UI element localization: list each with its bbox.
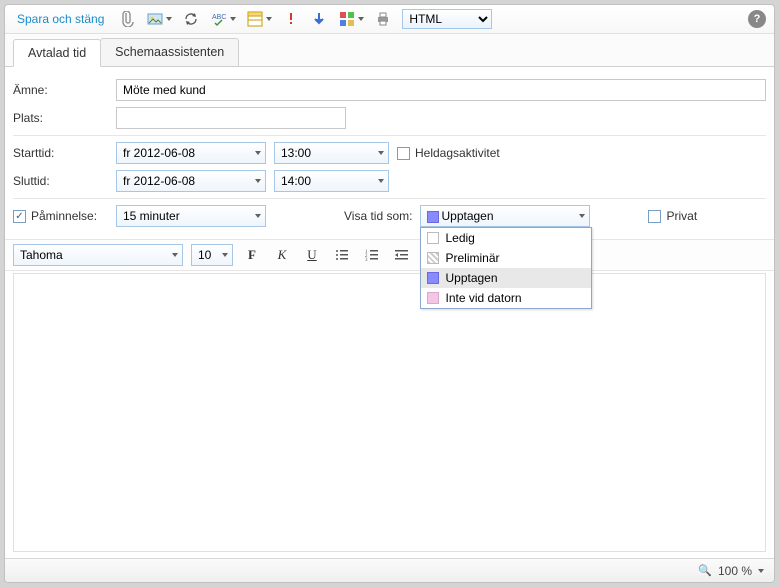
show-as-option-busy[interactable]: Upptagen — [421, 268, 591, 288]
categorize-button[interactable] — [246, 10, 272, 28]
main-toolbar: Spara och stäng ABC — [5, 5, 774, 34]
end-date-value: fr 2012-06-08 — [123, 174, 195, 188]
zoom-level: 100 % — [718, 564, 752, 578]
start-time-value: 13:00 — [281, 146, 311, 160]
appointment-form: Ämne: Plats: Starttid: fr 2012-06-08 13:… — [5, 67, 774, 239]
reminder-checkbox[interactable]: Påminnelse: — [13, 209, 108, 223]
show-as-value: Upptagen — [427, 209, 493, 223]
end-time-label: Sluttid: — [13, 174, 108, 188]
svg-text:3: 3 — [365, 258, 368, 262]
underline-button[interactable]: U — [301, 245, 323, 265]
tab-scheduling-assistant[interactable]: Schemaassistenten — [100, 38, 239, 66]
start-time-label: Starttid: — [13, 146, 108, 160]
tab-appointment[interactable]: Avtalad tid — [13, 39, 101, 67]
subject-label: Ämne: — [13, 83, 108, 97]
picture-icon — [146, 10, 164, 28]
font-family-combo[interactable]: Tahoma — [13, 244, 183, 266]
end-date-combo[interactable]: fr 2012-06-08 — [116, 170, 266, 192]
recurrence-icon[interactable] — [182, 10, 200, 28]
start-date-value: fr 2012-06-08 — [123, 146, 195, 160]
categorize-icon — [246, 10, 264, 28]
insert-picture-button[interactable] — [146, 10, 172, 28]
allday-checkbox[interactable]: Heldagsaktivitet — [397, 146, 500, 160]
reminder-label: Påminnelse: — [31, 209, 97, 223]
show-as-option-free[interactable]: Ledig — [421, 228, 591, 248]
start-time-combo[interactable]: 13:00 — [274, 142, 389, 164]
spellcheck-button[interactable]: ABC — [210, 10, 236, 28]
private-label: Privat — [666, 209, 697, 223]
bullet-list-button[interactable] — [331, 245, 353, 265]
zoom-icon[interactable]: 🔍 — [698, 564, 712, 577]
category-colors-button[interactable] — [338, 10, 364, 28]
end-time-combo[interactable]: 14:00 — [274, 170, 389, 192]
bold-button[interactable]: F — [241, 245, 263, 265]
show-as-label: Visa tid som: — [344, 209, 412, 223]
format-toolbar: Tahoma 10 F K U 123 — [5, 239, 774, 271]
zoom-dropdown-caret[interactable] — [758, 569, 764, 573]
allday-label: Heldagsaktivitet — [415, 146, 500, 160]
numbered-list-button[interactable]: 123 — [361, 245, 383, 265]
show-as-option-oof[interactable]: Inte vid datorn — [421, 288, 591, 308]
location-input[interactable] — [116, 107, 346, 129]
italic-button[interactable]: K — [271, 245, 293, 265]
subject-input[interactable] — [116, 79, 766, 101]
private-checkbox[interactable]: Privat — [648, 209, 697, 223]
reminder-checkbox-box — [13, 210, 26, 223]
attach-icon[interactable] — [118, 10, 136, 28]
help-icon[interactable]: ? — [748, 10, 766, 28]
appointment-window: Spara och stäng ABC — [4, 4, 775, 583]
spellcheck-icon: ABC — [210, 10, 228, 28]
show-as-combo[interactable]: Upptagen Ledig Preliminär Upptagen Inte … — [420, 205, 590, 227]
show-as-dropdown: Ledig Preliminär Upptagen Inte vid dator… — [420, 227, 592, 309]
font-size-combo[interactable]: 10 — [191, 244, 233, 266]
private-checkbox-box — [648, 210, 661, 223]
reminder-value: 15 minuter — [123, 209, 180, 223]
font-size-value: 10 — [198, 248, 211, 262]
importance-high-icon[interactable] — [282, 10, 300, 28]
allday-checkbox-box — [397, 147, 410, 160]
status-bar: 🔍 100 % — [5, 558, 774, 582]
message-format-select[interactable]: HTML — [402, 9, 492, 29]
print-icon[interactable] — [374, 10, 392, 28]
tab-strip: Avtalad tid Schemaassistenten — [5, 34, 774, 67]
location-label: Plats: — [13, 111, 108, 125]
save-and-close-button[interactable]: Spara och stäng — [13, 10, 108, 28]
start-date-combo[interactable]: fr 2012-06-08 — [116, 142, 266, 164]
show-as-option-tentative[interactable]: Preliminär — [421, 248, 591, 268]
reminder-combo[interactable]: 15 minuter — [116, 205, 266, 227]
font-family-value: Tahoma — [20, 248, 63, 262]
message-body-editor[interactable] — [13, 273, 766, 552]
svg-text:ABC: ABC — [212, 14, 226, 21]
color-grid-icon — [338, 10, 356, 28]
importance-low-icon[interactable] — [310, 10, 328, 28]
outdent-button[interactable] — [391, 245, 413, 265]
end-time-value: 14:00 — [281, 174, 311, 188]
